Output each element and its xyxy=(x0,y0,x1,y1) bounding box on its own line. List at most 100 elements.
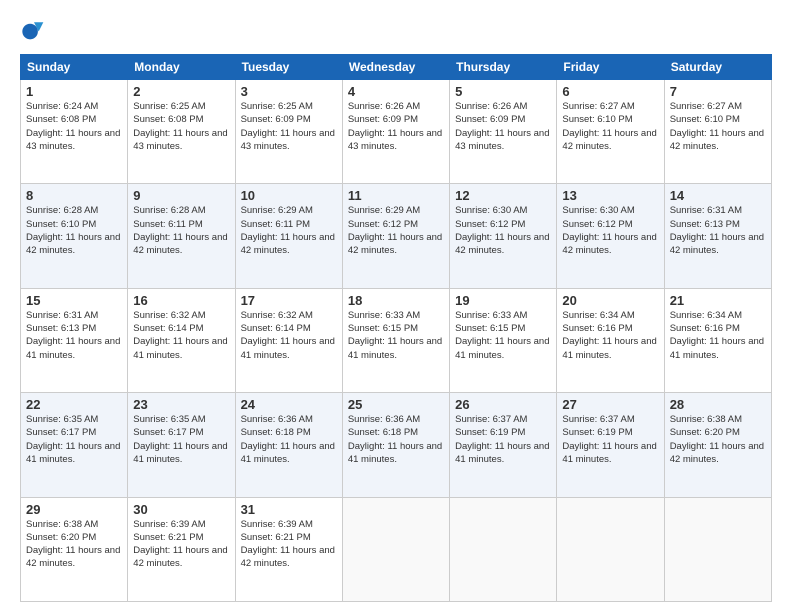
calendar-cell: 5Sunrise: 6:26 AMSunset: 6:09 PMDaylight… xyxy=(450,80,557,184)
calendar-cell: 26Sunrise: 6:37 AMSunset: 6:19 PMDayligh… xyxy=(450,393,557,497)
calendar-header-row: SundayMondayTuesdayWednesdayThursdayFrid… xyxy=(21,55,772,80)
day-info: Sunrise: 6:33 AMSunset: 6:15 PMDaylight:… xyxy=(348,309,444,362)
calendar-week-5: 29Sunrise: 6:38 AMSunset: 6:20 PMDayligh… xyxy=(21,497,772,601)
day-info: Sunrise: 6:28 AMSunset: 6:10 PMDaylight:… xyxy=(26,204,122,257)
calendar-cell: 7Sunrise: 6:27 AMSunset: 6:10 PMDaylight… xyxy=(664,80,771,184)
calendar-table: SundayMondayTuesdayWednesdayThursdayFrid… xyxy=(20,54,772,602)
calendar-cell: 15Sunrise: 6:31 AMSunset: 6:13 PMDayligh… xyxy=(21,288,128,392)
day-number: 10 xyxy=(241,188,337,203)
day-info: Sunrise: 6:26 AMSunset: 6:09 PMDaylight:… xyxy=(348,100,444,153)
calendar-cell: 28Sunrise: 6:38 AMSunset: 6:20 PMDayligh… xyxy=(664,393,771,497)
calendar-cell: 31Sunrise: 6:39 AMSunset: 6:21 PMDayligh… xyxy=(235,497,342,601)
day-info: Sunrise: 6:27 AMSunset: 6:10 PMDaylight:… xyxy=(562,100,658,153)
calendar-cell: 12Sunrise: 6:30 AMSunset: 6:12 PMDayligh… xyxy=(450,184,557,288)
day-info: Sunrise: 6:25 AMSunset: 6:08 PMDaylight:… xyxy=(133,100,229,153)
calendar-cell: 25Sunrise: 6:36 AMSunset: 6:18 PMDayligh… xyxy=(342,393,449,497)
logo-icon xyxy=(20,16,48,44)
day-number: 1 xyxy=(26,84,122,99)
day-number: 19 xyxy=(455,293,551,308)
day-number: 23 xyxy=(133,397,229,412)
calendar-cell xyxy=(342,497,449,601)
day-number: 3 xyxy=(241,84,337,99)
day-info: Sunrise: 6:39 AMSunset: 6:21 PMDaylight:… xyxy=(133,518,229,571)
day-number: 30 xyxy=(133,502,229,517)
day-info: Sunrise: 6:38 AMSunset: 6:20 PMDaylight:… xyxy=(670,413,766,466)
calendar-cell: 29Sunrise: 6:38 AMSunset: 6:20 PMDayligh… xyxy=(21,497,128,601)
day-info: Sunrise: 6:32 AMSunset: 6:14 PMDaylight:… xyxy=(133,309,229,362)
day-number: 16 xyxy=(133,293,229,308)
day-number: 11 xyxy=(348,188,444,203)
day-info: Sunrise: 6:33 AMSunset: 6:15 PMDaylight:… xyxy=(455,309,551,362)
calendar-week-2: 8Sunrise: 6:28 AMSunset: 6:10 PMDaylight… xyxy=(21,184,772,288)
day-number: 22 xyxy=(26,397,122,412)
day-number: 15 xyxy=(26,293,122,308)
day-info: Sunrise: 6:37 AMSunset: 6:19 PMDaylight:… xyxy=(455,413,551,466)
day-number: 24 xyxy=(241,397,337,412)
day-info: Sunrise: 6:32 AMSunset: 6:14 PMDaylight:… xyxy=(241,309,337,362)
day-number: 31 xyxy=(241,502,337,517)
calendar-cell: 22Sunrise: 6:35 AMSunset: 6:17 PMDayligh… xyxy=(21,393,128,497)
day-info: Sunrise: 6:28 AMSunset: 6:11 PMDaylight:… xyxy=(133,204,229,257)
calendar-cell: 1Sunrise: 6:24 AMSunset: 6:08 PMDaylight… xyxy=(21,80,128,184)
calendar-cell: 4Sunrise: 6:26 AMSunset: 6:09 PMDaylight… xyxy=(342,80,449,184)
calendar-cell: 20Sunrise: 6:34 AMSunset: 6:16 PMDayligh… xyxy=(557,288,664,392)
calendar-cell: 9Sunrise: 6:28 AMSunset: 6:11 PMDaylight… xyxy=(128,184,235,288)
page: SundayMondayTuesdayWednesdayThursdayFrid… xyxy=(0,0,792,612)
day-info: Sunrise: 6:25 AMSunset: 6:09 PMDaylight:… xyxy=(241,100,337,153)
day-number: 21 xyxy=(670,293,766,308)
header xyxy=(20,16,772,44)
calendar-header-friday: Friday xyxy=(557,55,664,80)
day-number: 26 xyxy=(455,397,551,412)
day-number: 8 xyxy=(26,188,122,203)
calendar-cell: 27Sunrise: 6:37 AMSunset: 6:19 PMDayligh… xyxy=(557,393,664,497)
day-info: Sunrise: 6:30 AMSunset: 6:12 PMDaylight:… xyxy=(455,204,551,257)
day-info: Sunrise: 6:29 AMSunset: 6:11 PMDaylight:… xyxy=(241,204,337,257)
day-info: Sunrise: 6:36 AMSunset: 6:18 PMDaylight:… xyxy=(348,413,444,466)
logo xyxy=(20,16,52,44)
calendar-header-monday: Monday xyxy=(128,55,235,80)
day-info: Sunrise: 6:31 AMSunset: 6:13 PMDaylight:… xyxy=(26,309,122,362)
day-number: 25 xyxy=(348,397,444,412)
calendar-cell: 18Sunrise: 6:33 AMSunset: 6:15 PMDayligh… xyxy=(342,288,449,392)
day-number: 28 xyxy=(670,397,766,412)
day-number: 2 xyxy=(133,84,229,99)
day-number: 27 xyxy=(562,397,658,412)
day-info: Sunrise: 6:29 AMSunset: 6:12 PMDaylight:… xyxy=(348,204,444,257)
day-info: Sunrise: 6:27 AMSunset: 6:10 PMDaylight:… xyxy=(670,100,766,153)
calendar-cell: 3Sunrise: 6:25 AMSunset: 6:09 PMDaylight… xyxy=(235,80,342,184)
calendar-cell: 24Sunrise: 6:36 AMSunset: 6:18 PMDayligh… xyxy=(235,393,342,497)
day-number: 13 xyxy=(562,188,658,203)
day-number: 12 xyxy=(455,188,551,203)
calendar-header-sunday: Sunday xyxy=(21,55,128,80)
day-info: Sunrise: 6:39 AMSunset: 6:21 PMDaylight:… xyxy=(241,518,337,571)
day-info: Sunrise: 6:24 AMSunset: 6:08 PMDaylight:… xyxy=(26,100,122,153)
calendar-week-1: 1Sunrise: 6:24 AMSunset: 6:08 PMDaylight… xyxy=(21,80,772,184)
day-info: Sunrise: 6:34 AMSunset: 6:16 PMDaylight:… xyxy=(670,309,766,362)
calendar-cell: 21Sunrise: 6:34 AMSunset: 6:16 PMDayligh… xyxy=(664,288,771,392)
calendar-cell: 16Sunrise: 6:32 AMSunset: 6:14 PMDayligh… xyxy=(128,288,235,392)
calendar-cell xyxy=(557,497,664,601)
calendar-cell: 19Sunrise: 6:33 AMSunset: 6:15 PMDayligh… xyxy=(450,288,557,392)
day-number: 5 xyxy=(455,84,551,99)
calendar-header-saturday: Saturday xyxy=(664,55,771,80)
calendar-cell: 11Sunrise: 6:29 AMSunset: 6:12 PMDayligh… xyxy=(342,184,449,288)
calendar-header-tuesday: Tuesday xyxy=(235,55,342,80)
calendar-cell: 14Sunrise: 6:31 AMSunset: 6:13 PMDayligh… xyxy=(664,184,771,288)
day-number: 17 xyxy=(241,293,337,308)
day-info: Sunrise: 6:35 AMSunset: 6:17 PMDaylight:… xyxy=(26,413,122,466)
calendar-cell: 30Sunrise: 6:39 AMSunset: 6:21 PMDayligh… xyxy=(128,497,235,601)
day-number: 20 xyxy=(562,293,658,308)
calendar-cell xyxy=(664,497,771,601)
day-info: Sunrise: 6:35 AMSunset: 6:17 PMDaylight:… xyxy=(133,413,229,466)
day-info: Sunrise: 6:30 AMSunset: 6:12 PMDaylight:… xyxy=(562,204,658,257)
day-number: 6 xyxy=(562,84,658,99)
calendar-cell: 8Sunrise: 6:28 AMSunset: 6:10 PMDaylight… xyxy=(21,184,128,288)
calendar-header-wednesday: Wednesday xyxy=(342,55,449,80)
calendar-header-thursday: Thursday xyxy=(450,55,557,80)
day-info: Sunrise: 6:38 AMSunset: 6:20 PMDaylight:… xyxy=(26,518,122,571)
day-number: 4 xyxy=(348,84,444,99)
calendar-cell: 10Sunrise: 6:29 AMSunset: 6:11 PMDayligh… xyxy=(235,184,342,288)
day-info: Sunrise: 6:34 AMSunset: 6:16 PMDaylight:… xyxy=(562,309,658,362)
day-number: 7 xyxy=(670,84,766,99)
day-info: Sunrise: 6:31 AMSunset: 6:13 PMDaylight:… xyxy=(670,204,766,257)
